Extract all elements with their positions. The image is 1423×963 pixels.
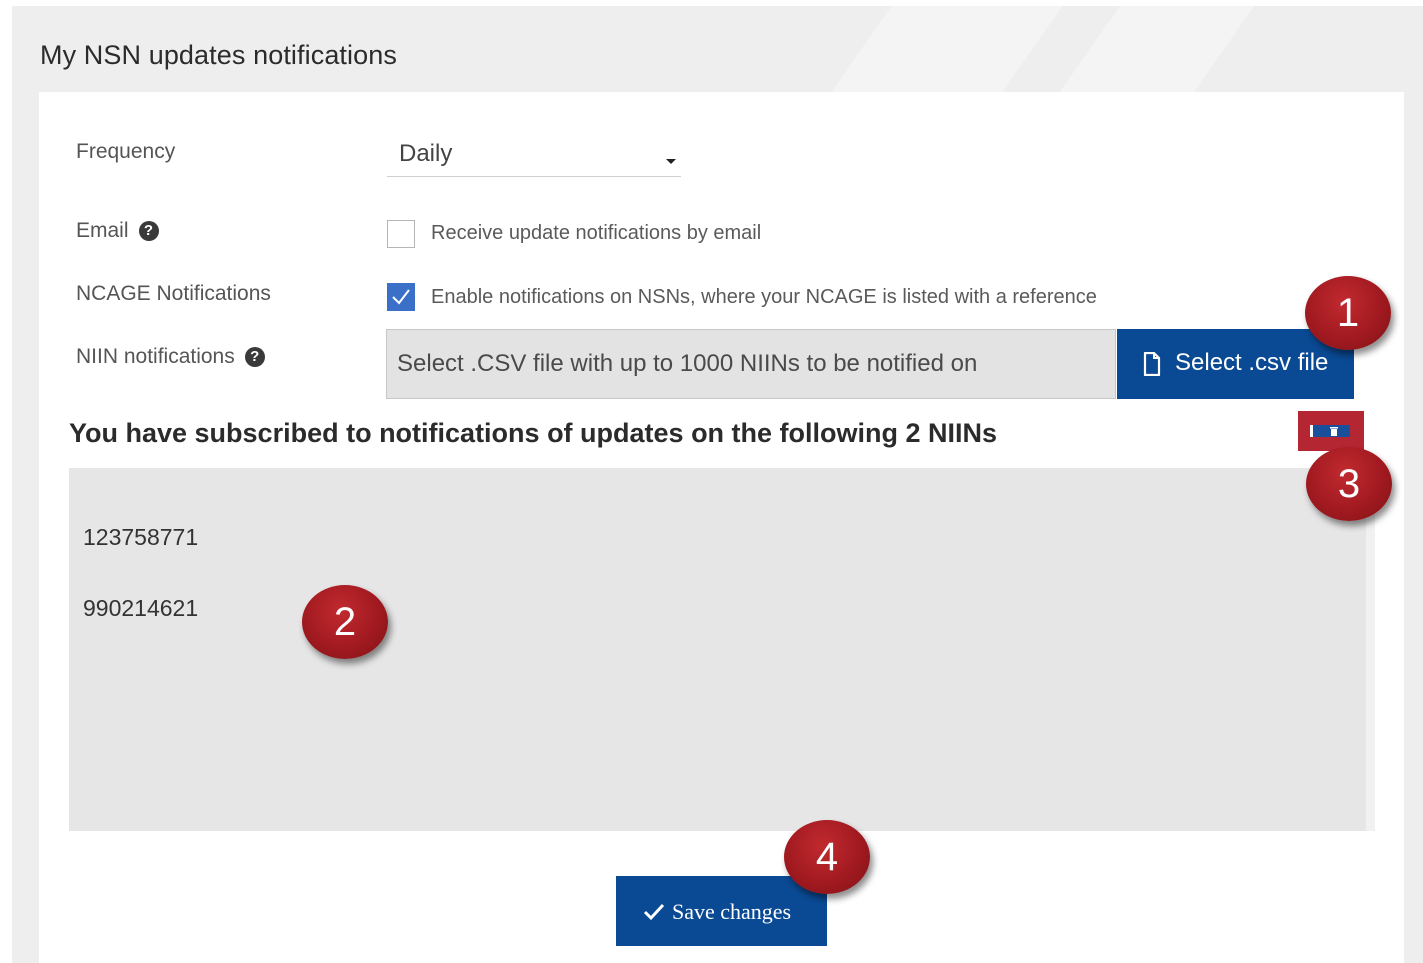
save-changes-label: Save changes — [672, 899, 792, 924]
email-label-row: Email? — [76, 219, 159, 243]
ncage-checkbox[interactable] — [387, 283, 415, 311]
ncage-checkbox-text: Enable notifications on NSNs, where your… — [431, 286, 1097, 308]
trash-icon-bar — [1310, 425, 1313, 437]
trash-icon — [1310, 425, 1350, 437]
niin-label: NIIN notifications — [76, 345, 235, 368]
niin-list[interactable]: 123758771 990214621 — [69, 468, 1375, 831]
select-csv-button-label: Select .csv file — [1175, 349, 1329, 376]
callout-badge-1: 1 — [1305, 276, 1391, 350]
ncage-label: NCAGE Notifications — [76, 282, 271, 305]
csv-file-placeholder: Select .CSV file with up to 1000 NIINs t… — [397, 350, 978, 377]
niin-label-row: NIIN notifications? — [76, 345, 265, 369]
subscribed-title: You have subscribed to notifications of … — [69, 418, 998, 448]
frequency-label: Frequency — [76, 140, 176, 163]
email-checkbox-text: Receive update notifications by email — [431, 222, 762, 244]
file-icon — [1143, 352, 1161, 376]
question-circle-icon[interactable]: ? — [138, 221, 159, 241]
page-title: My NSN updates notifications — [40, 40, 397, 70]
save-changes-button[interactable]: Save changes — [616, 876, 827, 946]
frequency-select[interactable]: Daily — [387, 132, 681, 177]
checkmark-icon — [643, 903, 665, 921]
question-circle-icon[interactable]: ? — [244, 347, 265, 367]
list-item: 123758771 — [83, 524, 199, 550]
caret-down-icon — [666, 159, 676, 164]
frequency-value: Daily — [399, 140, 453, 167]
delete-niins-button[interactable] — [1298, 411, 1364, 451]
callout-badge-3: 3 — [1306, 447, 1392, 521]
email-checkbox[interactable] — [387, 220, 415, 248]
callout-badge-4: 4 — [784, 820, 870, 894]
list-item: 990214621 — [83, 595, 199, 621]
checkmark-icon — [392, 289, 410, 305]
trash-glyph — [1330, 427, 1338, 436]
csv-file-input[interactable]: Select .CSV file with up to 1000 NIINs t… — [386, 329, 1116, 399]
email-label: Email — [76, 219, 129, 242]
callout-badge-2: 2 — [302, 585, 388, 659]
